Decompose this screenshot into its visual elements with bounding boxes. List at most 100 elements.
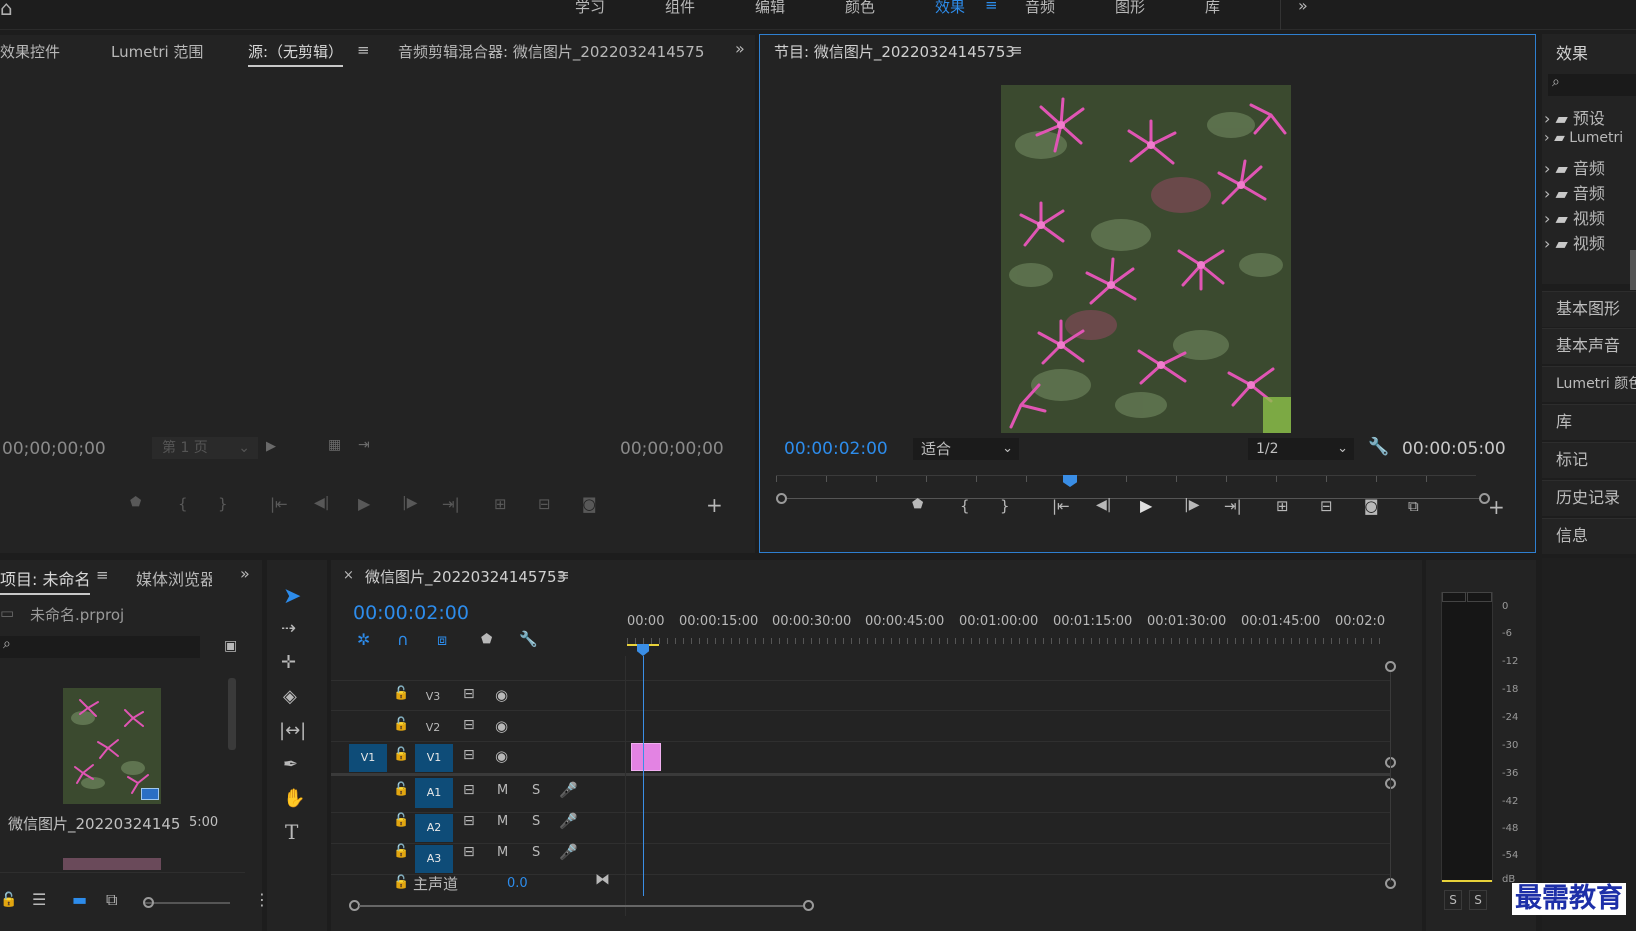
- eye-icon[interactable]: ◉: [495, 686, 508, 704]
- resolution-select[interactable]: 1/2 ⌄: [1248, 438, 1354, 460]
- hand-tool-icon[interactable]: ✋: [283, 788, 305, 809]
- track-name-v1[interactable]: V1: [415, 744, 453, 772]
- video-scroll-top[interactable]: [1385, 661, 1396, 672]
- sync-lock-icon[interactable]: ⊟: [463, 747, 475, 763]
- track-name-a3[interactable]: A3: [415, 845, 453, 873]
- project-menu-icon[interactable]: ≡: [96, 566, 109, 584]
- timeline-timecode[interactable]: 00:00:02:00: [353, 602, 469, 624]
- effects-search-input[interactable]: ⌕: [1548, 74, 1636, 96]
- slip-tool-icon[interactable]: |↔|: [279, 720, 306, 741]
- home-icon[interactable]: ⌂: [0, 0, 13, 20]
- microphone-icon[interactable]: 🎤: [559, 781, 578, 799]
- effects-tree-item-audio-effects[interactable]: › ▰ 音频: [1544, 155, 1605, 179]
- export-frame-icon[interactable]: ▦: [328, 437, 341, 453]
- solo-button-a3[interactable]: S: [532, 845, 540, 860]
- side-tab-info[interactable]: 信息: [1542, 518, 1636, 554]
- timeline-playhead-head[interactable]: [637, 644, 649, 656]
- solo-button-a1[interactable]: S: [532, 783, 540, 798]
- lock-icon[interactable]: 🔓: [393, 717, 409, 732]
- go-to-out-icon[interactable]: ⇥|: [1224, 497, 1242, 515]
- razor-tool-icon[interactable]: ◈: [283, 686, 297, 707]
- linked-selection-icon[interactable]: ⧈: [437, 630, 447, 650]
- h-scroll-thumb[interactable]: [359, 905, 803, 907]
- timeline-settings-wrench-icon[interactable]: 🔧: [519, 630, 538, 648]
- lock-icon[interactable]: 🔓: [393, 813, 409, 828]
- side-tab-essential-graphics[interactable]: 基本图形: [1542, 291, 1636, 327]
- tab-source[interactable]: 源:（无剪辑）: [248, 41, 344, 67]
- track-name-v3[interactable]: V3: [417, 690, 449, 703]
- master-go-to-icon[interactable]: ⧓: [595, 870, 610, 888]
- nav-effects[interactable]: 效果: [935, 0, 965, 17]
- add-marker-icon[interactable]: ⬟: [481, 632, 492, 647]
- extract-icon[interactable]: ⊟: [1320, 497, 1333, 515]
- step-back-icon[interactable]: ◀|: [314, 495, 329, 511]
- effects-tree-item-presets[interactable]: › ▰ 预设: [1544, 105, 1605, 129]
- compare-view-icon[interactable]: ⧉: [1408, 497, 1419, 515]
- lift-icon[interactable]: ⊞: [1276, 497, 1289, 515]
- nav-libraries[interactable]: 库: [1205, 0, 1220, 17]
- close-sequence-icon[interactable]: ×: [343, 568, 354, 583]
- mark-in-icon[interactable]: {: [178, 495, 188, 513]
- clip-thumbnail[interactable]: [63, 688, 161, 804]
- nav-audio[interactable]: 音频: [1025, 0, 1055, 17]
- overwrite-clip-icon[interactable]: ⊟: [538, 495, 551, 513]
- add-button-icon[interactable]: +: [706, 493, 723, 517]
- panel-overflow-icon[interactable]: »: [240, 564, 250, 583]
- mark-out-icon[interactable]: }: [218, 495, 228, 513]
- nav-editing[interactable]: 编辑: [755, 0, 785, 17]
- page-next-icon[interactable]: ▶: [266, 439, 276, 454]
- side-tab-markers[interactable]: 标记: [1542, 442, 1636, 478]
- lock-icon[interactable]: 🔓: [393, 844, 409, 859]
- pen-tool-icon[interactable]: ✒: [283, 754, 298, 775]
- page-select[interactable]: 第 1 页 ⌄: [152, 437, 258, 459]
- effects-tree-item-video-transitions[interactable]: › ▰ 视频: [1544, 230, 1605, 254]
- wrench-icon[interactable]: 🔧: [1368, 437, 1389, 457]
- nav-graphics[interactable]: 图形: [1115, 0, 1145, 17]
- eye-icon[interactable]: ◉: [495, 717, 508, 735]
- insert-clip-icon[interactable]: ⊞: [494, 495, 507, 513]
- type-tool-icon[interactable]: T: [285, 820, 298, 844]
- meter-solo-left-button[interactable]: S: [1444, 890, 1462, 910]
- microphone-icon[interactable]: 🎤: [559, 843, 578, 861]
- lock-icon[interactable]: 🔓: [393, 782, 409, 797]
- effects-tree-item-video-effects[interactable]: › ▰ 视频: [1544, 205, 1605, 229]
- freeform-view-icon[interactable]: ⧉: [106, 890, 117, 910]
- source-patch-v1[interactable]: V1: [349, 744, 387, 772]
- source-timecode-left[interactable]: 00;00;00;00: [2, 439, 106, 459]
- sequence-name[interactable]: 微信图片_20220324145753: [365, 566, 566, 587]
- track-select-tool-icon[interactable]: ⇢: [281, 618, 296, 639]
- panel-overflow-icon[interactable]: »: [735, 39, 745, 58]
- program-timecode-current[interactable]: 00:00:02:00: [784, 439, 888, 459]
- sync-lock-icon[interactable]: ⊟: [463, 782, 475, 798]
- sync-lock-icon[interactable]: ⊟: [463, 717, 475, 733]
- nav-overflow-icon[interactable]: »: [1298, 0, 1308, 15]
- new-bin-icon[interactable]: ▣: [224, 638, 237, 654]
- go-to-in-icon[interactable]: |⇤: [270, 495, 288, 513]
- sync-lock-icon[interactable]: ⊟: [463, 844, 475, 860]
- lock-icon[interactable]: 🔓: [0, 892, 17, 908]
- nav-learn[interactable]: 学习: [575, 0, 605, 17]
- video-clip[interactable]: [631, 743, 661, 771]
- clip-name[interactable]: 微信图片_20220324145...: [8, 813, 180, 834]
- side-tab-lumetri-color[interactable]: Lumetri 颜色: [1542, 366, 1636, 402]
- fit-select[interactable]: 适合 ⌄: [913, 438, 1019, 460]
- effects-tree-item-audio-transitions[interactable]: › ▰ 音频: [1544, 180, 1605, 204]
- program-menu-icon[interactable]: ≡: [1010, 41, 1023, 59]
- play-icon[interactable]: ▶: [358, 494, 370, 513]
- project-scrollbar[interactable]: [228, 678, 236, 750]
- source-timecode-right[interactable]: 00;00;00;00: [620, 439, 724, 459]
- tab-lumetri-scopes[interactable]: Lumetri 范围: [111, 41, 203, 62]
- selection-tool-icon[interactable]: ➤: [283, 584, 301, 609]
- play-icon[interactable]: ▶: [1140, 496, 1152, 515]
- program-video-frame[interactable]: [1001, 85, 1291, 433]
- master-volume-value[interactable]: 0.0: [507, 876, 528, 891]
- side-tab-libraries[interactable]: 库: [1542, 404, 1636, 440]
- effects-scrollbar[interactable]: [1630, 250, 1636, 290]
- step-forward-icon[interactable]: |▶: [1184, 497, 1199, 513]
- zoom-slider[interactable]: [143, 897, 230, 908]
- icon-view-icon[interactable]: ▬: [72, 890, 87, 909]
- side-tab-essential-sound[interactable]: 基本声音: [1542, 328, 1636, 364]
- nav-assembly[interactable]: 组件: [665, 0, 695, 17]
- track-name-a1[interactable]: A1: [415, 778, 453, 808]
- mute-button-a3[interactable]: M: [497, 845, 508, 860]
